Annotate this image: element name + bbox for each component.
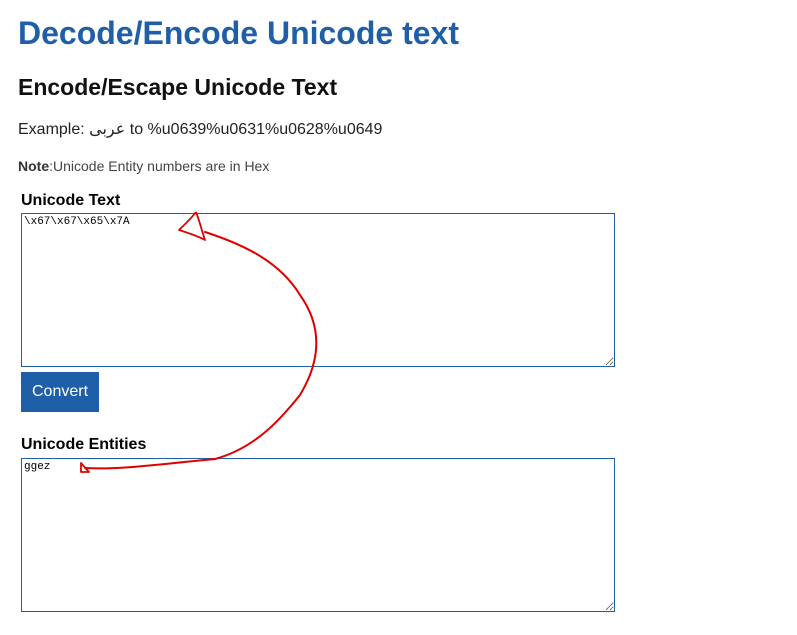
page: Decode/Encode Unicode text Encode/Escape… xyxy=(0,0,797,635)
example-encoded: %u0639%u0631%u0628%u0649 xyxy=(147,121,383,138)
example-text: Example: عربى to %u0639%u0631%u0628%u064… xyxy=(18,120,382,140)
section-title: Encode/Escape Unicode Text xyxy=(18,74,338,100)
example-prefix: Example: xyxy=(18,121,90,138)
note-body: :Unicode Entity numbers are in Hex xyxy=(49,158,270,174)
example-middle: to xyxy=(125,121,148,138)
example-arabic: عربى xyxy=(89,121,126,138)
convert-button[interactable]: Convert xyxy=(21,372,99,412)
unicode-entities-output[interactable]: ggez xyxy=(21,458,615,612)
note-text: Note:Unicode Entity numbers are in Hex xyxy=(18,157,269,175)
unicode-entities-label: Unicode Entities xyxy=(21,436,147,453)
page-title: Decode/Encode Unicode text xyxy=(18,15,459,51)
note-label: Note xyxy=(18,158,50,174)
unicode-text-label: Unicode Text xyxy=(21,192,121,209)
unicode-text-input[interactable]: \x67\x67\x65\x7A xyxy=(21,213,615,367)
